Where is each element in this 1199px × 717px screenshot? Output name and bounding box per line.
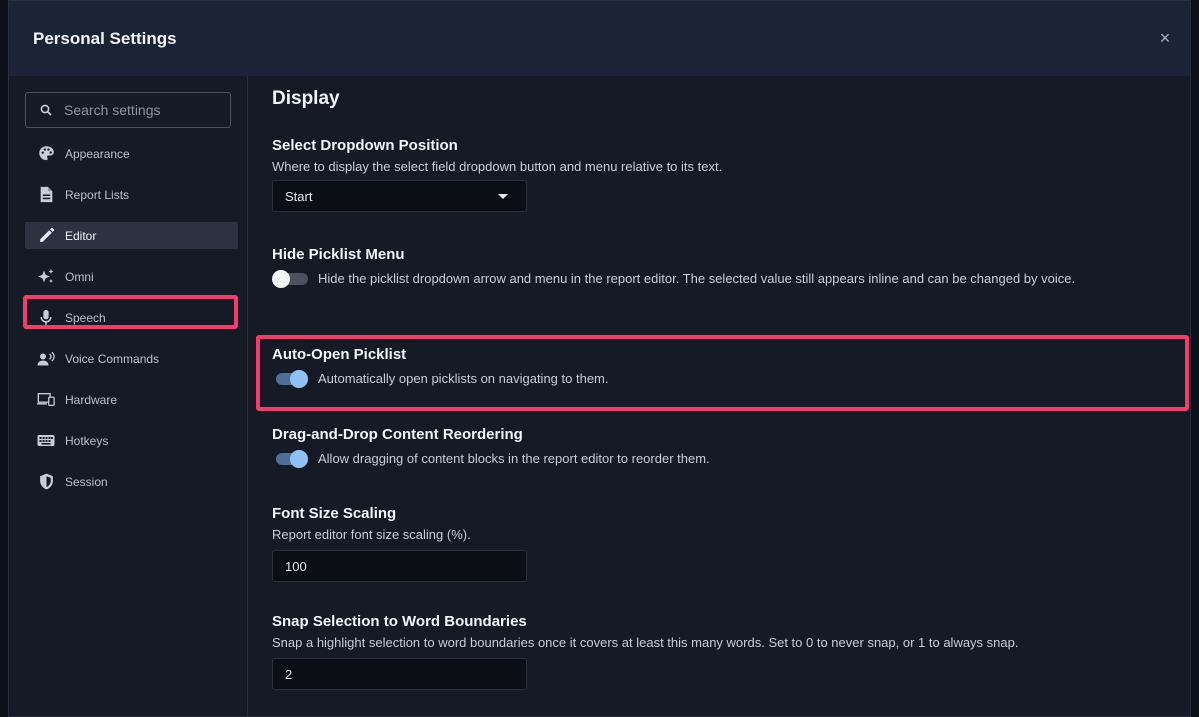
settings-content: Display Select Dropdown Position Where t…: [272, 76, 1190, 716]
palette-icon: [37, 145, 55, 163]
setting-title: Auto-Open Picklist: [272, 346, 407, 363]
dropdown-position-select[interactable]: Start: [272, 180, 527, 212]
setting-description: Allow dragging of content blocks in the …: [318, 451, 710, 466]
sidebar-item-session[interactable]: Session: [25, 461, 238, 502]
sidebar-item-label: Speech: [65, 310, 106, 325]
sidebar-item-label: Hotkeys: [65, 433, 109, 448]
toggle-row: Hide the picklist dropdown arrow and men…: [272, 269, 1162, 289]
setting-snap-selection: Snap Selection to Word Boundaries Snap a…: [272, 613, 1162, 690]
document-icon: [37, 186, 55, 204]
setting-description: Report editor font size scaling (%).: [272, 527, 471, 542]
pencil-icon: [37, 227, 55, 245]
sidebar-item-voice-commands[interactable]: Voice Commands: [25, 338, 238, 379]
hide-picklist-toggle[interactable]: [272, 269, 310, 289]
shield-icon: [37, 473, 55, 491]
setting-title: Snap Selection to Word Boundaries: [272, 613, 527, 630]
font-size-scaling-input[interactable]: 100: [272, 550, 527, 582]
sidebar-item-label: Voice Commands: [65, 351, 160, 366]
snap-selection-input[interactable]: 2: [272, 658, 527, 690]
setting-dropdown-position: Select Dropdown Position Where to displa…: [272, 137, 1162, 212]
sparkles-icon: [37, 268, 55, 286]
toggle-row: Automatically open picklists on navigati…: [272, 369, 1162, 389]
sidebar-item-label: Session: [65, 474, 108, 489]
setting-description: Hide the picklist dropdown arrow and men…: [318, 271, 1076, 286]
toggle-knob: [290, 370, 308, 388]
sidebar-item-label: Omni: [65, 269, 94, 284]
search-box[interactable]: [25, 92, 231, 128]
toggle-knob: [290, 450, 308, 468]
keyboard-icon: [37, 432, 55, 450]
search-input[interactable]: [62, 101, 216, 119]
settings-sidebar: Appearance Report Lists Editor Omni: [9, 76, 248, 716]
setting-drag-drop: Drag-and-Drop Content Reordering Allow d…: [272, 426, 1162, 469]
section-title: Display: [272, 88, 340, 109]
auto-open-picklist-toggle[interactable]: [272, 369, 310, 389]
setting-description: Automatically open picklists on navigati…: [318, 371, 609, 386]
sidebar-item-appearance[interactable]: Appearance: [25, 133, 238, 174]
sidebar-item-label: Report Lists: [65, 187, 130, 202]
chevron-down-icon: [498, 193, 508, 199]
search-icon: [40, 104, 52, 116]
toggle-knob: [272, 270, 290, 288]
sidebar-item-label: Editor: [65, 228, 97, 243]
sidebar-item-hotkeys[interactable]: Hotkeys: [25, 420, 238, 461]
sidebar-item-report-lists[interactable]: Report Lists: [25, 174, 238, 215]
setting-title: Drag-and-Drop Content Reordering: [272, 426, 523, 443]
close-icon[interactable]: ×: [1156, 29, 1174, 47]
setting-description: Where to display the select field dropdo…: [272, 159, 723, 174]
sidebar-item-hardware[interactable]: Hardware: [25, 379, 238, 420]
sidebar-item-speech[interactable]: Speech: [25, 297, 238, 338]
setting-font-size-scaling: Font Size Scaling Report editor font siz…: [272, 505, 1162, 582]
microphone-icon: [37, 309, 55, 327]
voice-command-icon: [37, 350, 55, 368]
dialog-title: Personal Settings: [33, 28, 177, 48]
devices-icon: [37, 391, 55, 409]
dialog-header: Personal Settings ×: [9, 1, 1190, 76]
setting-title: Hide Picklist Menu: [272, 246, 405, 263]
active-item-background: [25, 222, 238, 249]
setting-title: Select Dropdown Position: [272, 137, 458, 154]
toggle-row: Allow dragging of content blocks in the …: [272, 449, 1162, 469]
setting-description: Snap a highlight selection to word bound…: [272, 635, 1019, 650]
sidebar-item-label: Hardware: [65, 392, 118, 407]
sidebar-item-omni[interactable]: Omni: [25, 256, 238, 297]
settings-dialog: Personal Settings × Appearance Report L: [8, 0, 1191, 717]
setting-auto-open-picklist: Auto-Open Picklist Automatically open pi…: [272, 346, 1162, 389]
setting-title: Font Size Scaling: [272, 505, 397, 522]
sidebar-nav: Appearance Report Lists Editor Omni Spee…: [25, 133, 238, 502]
drag-drop-toggle[interactable]: [272, 449, 310, 469]
select-value: Start: [285, 188, 313, 204]
sidebar-item-label: Appearance: [65, 146, 130, 161]
sidebar-item-editor[interactable]: Editor: [25, 215, 238, 256]
setting-hide-picklist: Hide Picklist Menu Hide the picklist dro…: [272, 246, 1162, 289]
